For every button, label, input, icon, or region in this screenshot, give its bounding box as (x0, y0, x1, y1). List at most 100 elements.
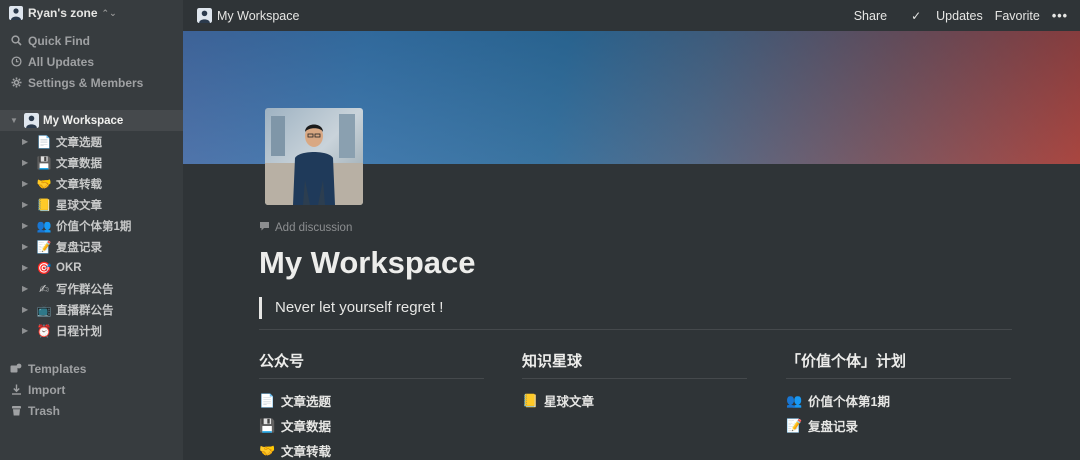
column-gongzhonghao: 公众号 📄 文章选题 💾 文章数据 🤝 文章转载 (259, 350, 484, 460)
triangle-right-icon[interactable]: ▶ (22, 305, 32, 314)
column-heading[interactable]: 「价值个体」计划 (786, 350, 1011, 372)
more-options-icon[interactable]: ••• (1052, 9, 1068, 23)
triangle-right-icon[interactable]: ▶ (22, 158, 32, 167)
triangle-right-icon[interactable]: ▶ (22, 200, 32, 209)
nav-label: Settings & Members (28, 75, 144, 90)
floppy-disk-icon: 💾 (259, 417, 276, 433)
page-icon: 📄 (259, 392, 276, 408)
page-link[interactable]: 🤝 文章转载 (259, 438, 484, 460)
nav-label: All Updates (28, 54, 95, 69)
workspace-logo-icon (197, 8, 212, 23)
share-button[interactable]: Share (854, 9, 887, 23)
divider (259, 378, 484, 379)
chevron-updown-icon: ⌃⌄ (101, 7, 117, 18)
nav-settings-members[interactable]: Settings & Members (0, 72, 183, 93)
people-icon: 👥 (36, 218, 52, 233)
page-tree: ▼ My Workspace ▶ 📄 文章选题 ▶ 💾 文章数据 ▶ 🤝 文章转… (0, 110, 183, 341)
tree-item[interactable]: ▶ 👥 价值个体第1期 (0, 215, 183, 236)
nav-label: Trash (28, 403, 61, 418)
breadcrumb[interactable]: My Workspace (183, 8, 299, 23)
workspace-name: Ryan's zone (28, 6, 98, 20)
tree-item-label: 价值个体第1期 (56, 220, 132, 233)
divider (259, 329, 1012, 330)
page-link-label: 价值个体第1期 (808, 395, 890, 409)
workspace-logo-icon (24, 113, 39, 128)
television-icon: 📺 (36, 302, 52, 317)
triangle-right-icon[interactable]: ▶ (22, 137, 32, 146)
triangle-right-icon[interactable]: ▶ (22, 326, 32, 335)
favorite-button[interactable]: Favorite (995, 9, 1040, 23)
updates-button[interactable]: ✓ Updates (899, 9, 983, 23)
handshake-icon: 🤝 (259, 442, 276, 458)
tree-item[interactable]: ▶ 📄 文章选题 (0, 131, 183, 152)
notebook-icon: 📒 (522, 392, 539, 408)
alarm-clock-icon: ⏰ (36, 323, 52, 338)
notebook-icon: 📒 (36, 197, 52, 212)
triangle-right-icon[interactable]: ▶ (22, 263, 32, 272)
nav-quick-find[interactable]: Quick Find (0, 30, 183, 51)
tree-item[interactable]: ▶ ⏰ 日程计划 (0, 320, 183, 341)
column-jiazhigeti: 「价值个体」计划 👥 价值个体第1期 📝 复盘记录 (786, 350, 1011, 438)
writing-hand-icon: ✍ (38, 281, 50, 296)
workspace-logo-icon (9, 6, 23, 20)
triangle-down-icon[interactable]: ▼ (10, 116, 20, 125)
divider (522, 378, 747, 379)
triangle-right-icon[interactable]: ▶ (22, 179, 32, 188)
page-link[interactable]: 📝 复盘记录 (786, 413, 1011, 438)
templates-icon (10, 363, 22, 375)
gear-icon (10, 77, 22, 89)
memo-icon: 📝 (786, 417, 803, 433)
tree-item[interactable]: ▶ 🤝 文章转载 (0, 173, 183, 194)
tree-item[interactable]: ▶ 📒 星球文章 (0, 194, 183, 215)
comment-icon (259, 221, 270, 234)
column-zhishixingqiu: 知识星球 📒 星球文章 (522, 350, 747, 413)
nav-trash[interactable]: Trash (0, 400, 183, 421)
column-heading[interactable]: 公众号 (259, 350, 484, 372)
target-icon: 🎯 (36, 260, 52, 275)
tree-item-label: 复盘记录 (56, 241, 102, 254)
triangle-right-icon[interactable]: ▶ (22, 221, 32, 230)
page-link[interactable]: 📄 文章选题 (259, 388, 484, 413)
page-link[interactable]: 👥 价值个体第1期 (786, 388, 1011, 413)
divider (786, 378, 1011, 379)
triangle-right-icon[interactable]: ▶ (22, 242, 32, 251)
page-link[interactable]: 📒 星球文章 (522, 388, 747, 413)
sidebar: Ryan's zone ⌃⌄ Quick Find All Updates Se… (0, 0, 183, 460)
page-icon-photo[interactable] (265, 108, 363, 205)
nav-templates[interactable]: Templates (0, 358, 183, 379)
page-link-label: 文章转载 (281, 445, 332, 459)
tree-item[interactable]: ▶ 📺 直播群公告 (0, 299, 183, 320)
page-link-label: 文章数据 (281, 420, 332, 434)
updates-label: Updates (936, 8, 983, 23)
tree-item-label: 写作群公告 (56, 283, 114, 296)
page-icon: 📄 (36, 134, 52, 149)
floppy-disk-icon: 💾 (36, 155, 52, 170)
column-heading[interactable]: 知识星球 (522, 350, 747, 372)
nav-label: Quick Find (28, 33, 91, 48)
workspace-switcher[interactable]: Ryan's zone ⌃⌄ (0, 0, 183, 26)
tree-item[interactable]: ▶ 📝 复盘记录 (0, 236, 183, 257)
tree-item[interactable]: ▶ ✍ 写作群公告 (0, 278, 183, 299)
add-discussion-label: Add discussion (275, 221, 353, 234)
page-link[interactable]: 💾 文章数据 (259, 413, 484, 438)
memo-icon: 📝 (36, 239, 52, 254)
quote-block[interactable]: Never let yourself regret ! (259, 297, 443, 319)
nav-all-updates[interactable]: All Updates (0, 51, 183, 72)
page-title[interactable]: My Workspace (259, 245, 476, 281)
tree-item[interactable]: ▶ 💾 文章数据 (0, 152, 183, 173)
page-link-label: 文章选题 (281, 395, 332, 409)
clock-icon (10, 56, 22, 68)
trash-icon (10, 405, 22, 417)
checkmark-icon: ✓ (911, 8, 922, 23)
tree-item-label: 文章转载 (56, 178, 102, 191)
triangle-right-icon[interactable]: ▶ (22, 284, 32, 293)
tree-item-my-workspace[interactable]: ▼ My Workspace (0, 110, 183, 131)
nav-import[interactable]: Import (0, 379, 183, 400)
tree-item-label: 星球文章 (56, 199, 102, 212)
tree-item-label: 日程计划 (56, 325, 102, 338)
tree-item-label: My Workspace (43, 114, 124, 127)
topbar: My Workspace Share ✓ Updates Favorite ••• (183, 0, 1080, 31)
tree-item-label: 直播群公告 (56, 304, 114, 317)
tree-item[interactable]: ▶ 🎯 OKR (0, 257, 183, 278)
add-discussion-button[interactable]: Add discussion (259, 221, 352, 234)
